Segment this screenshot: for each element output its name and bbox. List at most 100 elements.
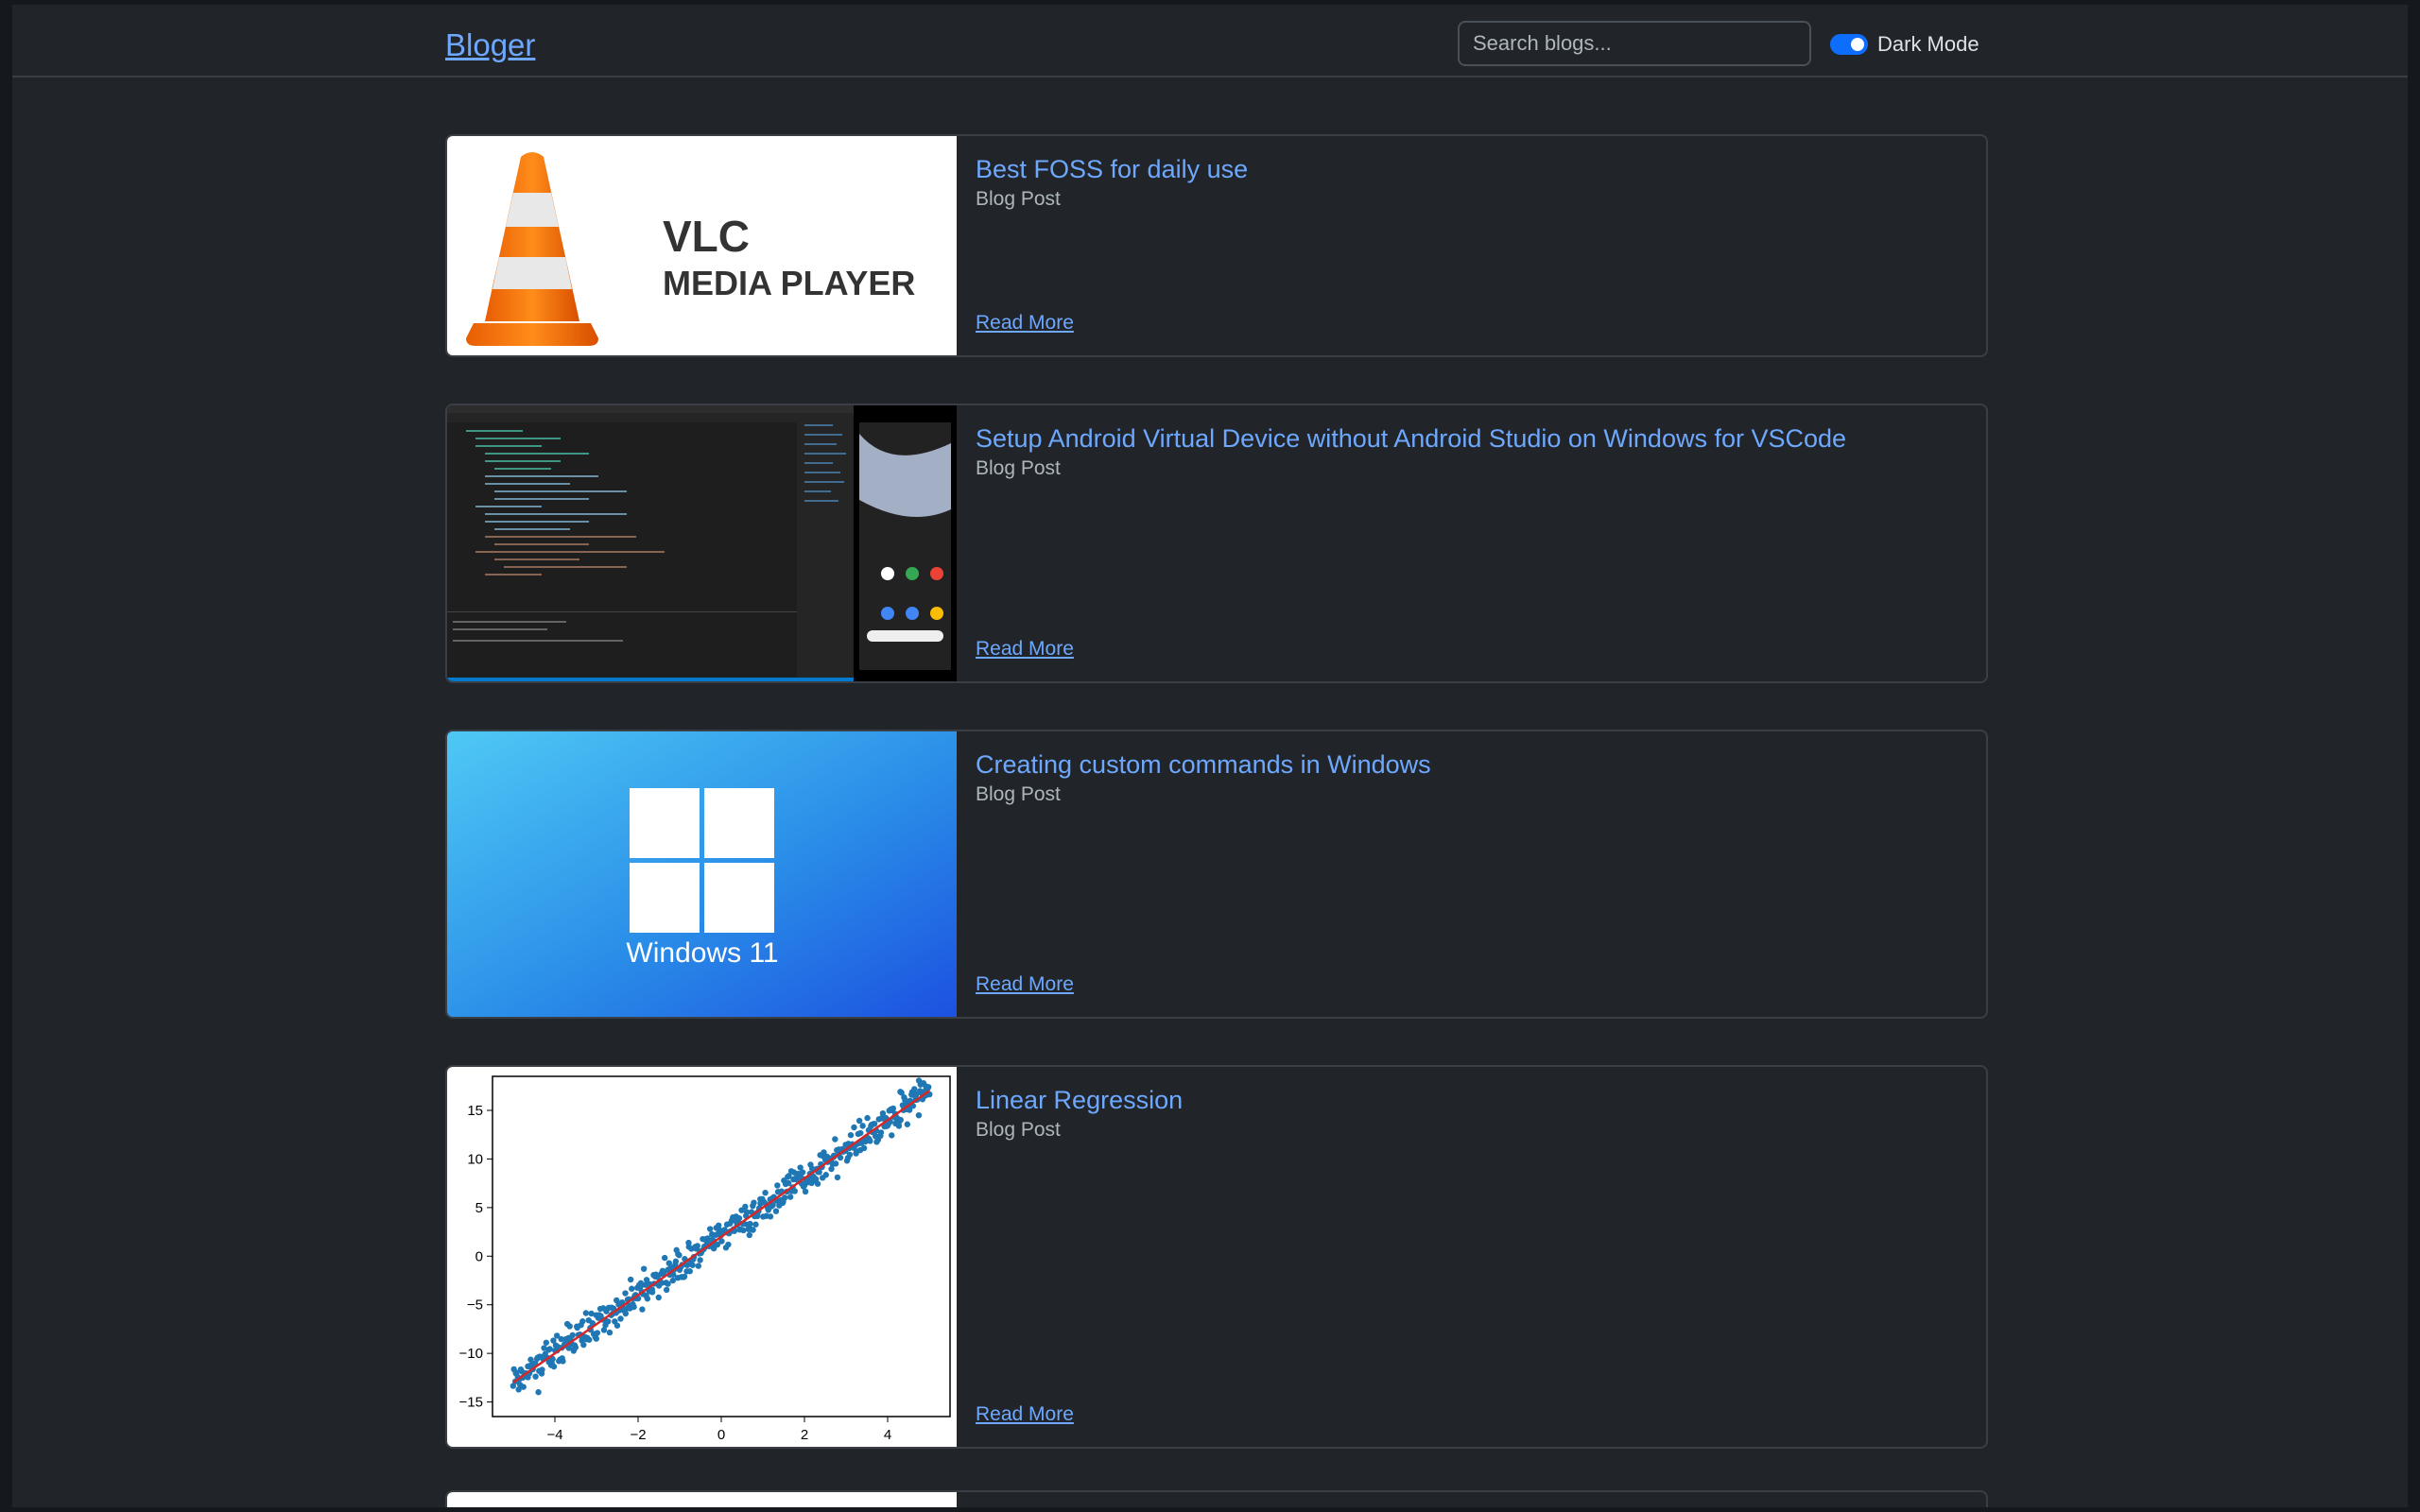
scatter-point bbox=[631, 1303, 637, 1311]
x-tick-label: 0 bbox=[717, 1427, 725, 1443]
card-body: Best FOSS for daily use Blog Post Read M… bbox=[976, 136, 1986, 355]
scatter-point bbox=[832, 1136, 838, 1143]
browser-viewport: Bloger Dark Mode VLC MEDIA PLAYER bbox=[12, 5, 2408, 1507]
search-input[interactable] bbox=[1458, 21, 1811, 66]
scatter-point bbox=[593, 1335, 599, 1342]
scatter-point bbox=[535, 1389, 542, 1396]
blog-card: VLC MEDIA PLAYER Best FOSS for daily use… bbox=[445, 134, 1988, 357]
scatter-point bbox=[606, 1329, 614, 1336]
scatter-point bbox=[834, 1174, 841, 1181]
blog-card: −4 −2 0 2 4 −15 −10 −5 0 5 10 15 Linear Regression … bbox=[445, 1065, 1988, 1449]
scatter-point bbox=[822, 1172, 829, 1178]
scatter-point bbox=[543, 1339, 550, 1346]
scatter-point bbox=[550, 1363, 558, 1370]
post-subtitle: Blog Post bbox=[976, 188, 1061, 210]
scatter-point bbox=[629, 1285, 635, 1292]
read-more-link[interactable]: Read More bbox=[976, 973, 1074, 996]
scatter-point bbox=[915, 1111, 923, 1119]
scatter-point bbox=[859, 1123, 866, 1129]
scatter-point bbox=[786, 1194, 794, 1200]
scatter-point bbox=[851, 1124, 857, 1131]
read-more-link[interactable]: Read More bbox=[976, 312, 1074, 335]
y-tick-label: −10 bbox=[459, 1346, 483, 1362]
read-more-link[interactable]: Read More bbox=[976, 1403, 1074, 1426]
scatter-point bbox=[644, 1296, 651, 1302]
scatter-point bbox=[750, 1227, 756, 1233]
switch-knob bbox=[1851, 38, 1864, 51]
scatter-point bbox=[725, 1241, 732, 1248]
y-tick-label: 15 bbox=[467, 1103, 483, 1119]
windows-logo-icon: Windows 11 bbox=[447, 731, 957, 1017]
brand-link[interactable]: Bloger bbox=[445, 27, 535, 63]
blog-card bbox=[445, 1490, 1988, 1507]
scatter-point bbox=[661, 1254, 668, 1262]
scatter-point bbox=[648, 1289, 656, 1296]
scatter-point bbox=[663, 1286, 670, 1294]
scatter-point bbox=[740, 1227, 747, 1234]
scatter-point bbox=[532, 1373, 539, 1380]
y-tick-label: −15 bbox=[459, 1395, 483, 1411]
scatter-point bbox=[752, 1221, 759, 1228]
scatter-point bbox=[867, 1138, 873, 1144]
scatter-point bbox=[697, 1257, 703, 1263]
y-tick-label: 10 bbox=[467, 1151, 483, 1167]
read-more-link[interactable]: Read More bbox=[976, 638, 1074, 661]
post-title[interactable]: Linear Regression bbox=[976, 1086, 1183, 1115]
y-tick-label: −5 bbox=[467, 1297, 483, 1314]
scatter-point bbox=[864, 1114, 871, 1122]
scatter-point bbox=[857, 1129, 864, 1137]
scatter-point bbox=[539, 1366, 545, 1373]
post-title[interactable]: Setup Android Virtual Device without And… bbox=[976, 424, 1846, 454]
y-tick-label: 5 bbox=[475, 1200, 483, 1216]
scatter-point bbox=[639, 1306, 646, 1313]
vscode-screenshot-icon bbox=[447, 405, 957, 681]
scatter-point bbox=[762, 1189, 769, 1196]
post-subtitle: Blog Post bbox=[976, 783, 1061, 805]
x-tick-label: −2 bbox=[630, 1427, 646, 1443]
blog-card: Windows 11 Creating custom commands in W… bbox=[445, 730, 1988, 1019]
x-tick-label: −4 bbox=[546, 1427, 562, 1443]
vlc-cone-icon: VLC MEDIA PLAYER bbox=[466, 152, 915, 346]
scatter-point bbox=[871, 1120, 878, 1127]
scatter-point bbox=[847, 1131, 855, 1139]
dark-mode-label: Dark Mode bbox=[1877, 32, 1979, 56]
scatter-point bbox=[846, 1151, 854, 1159]
scatter-point bbox=[582, 1310, 590, 1316]
scatter-point bbox=[614, 1322, 621, 1329]
regression-chart: −4 −2 0 2 4 −15 −10 −5 0 5 10 15 bbox=[459, 1075, 951, 1443]
post-title[interactable]: Best FOSS for daily use bbox=[976, 155, 1248, 184]
scatter-point bbox=[695, 1263, 701, 1269]
plot-frame bbox=[492, 1075, 951, 1418]
blog-card: Setup Android Virtual Device without And… bbox=[445, 404, 1988, 683]
scatter-point bbox=[665, 1280, 671, 1287]
dark-mode-switch[interactable] bbox=[1830, 34, 1868, 55]
scatter-point bbox=[617, 1315, 624, 1322]
scatter-point bbox=[672, 1258, 680, 1265]
scatter-point bbox=[802, 1188, 809, 1195]
scatter-point bbox=[572, 1344, 579, 1351]
dark-mode-toggle[interactable]: Dark Mode bbox=[1830, 31, 1979, 58]
scatter-point bbox=[832, 1160, 839, 1167]
scatter-point bbox=[814, 1180, 821, 1187]
post-subtitle: Blog Post bbox=[976, 457, 1061, 479]
scatter-point bbox=[925, 1084, 932, 1091]
scatter-point bbox=[735, 1214, 743, 1222]
scatter-point bbox=[904, 1121, 911, 1127]
scatter-point bbox=[622, 1290, 629, 1297]
x-tick-label: 4 bbox=[884, 1427, 891, 1443]
navbar: Bloger Dark Mode bbox=[12, 5, 2408, 77]
scatter-point bbox=[627, 1276, 634, 1283]
card-body: Setup Android Virtual Device without And… bbox=[976, 405, 1986, 681]
scatter-point bbox=[791, 1188, 798, 1194]
scatter-point bbox=[580, 1341, 587, 1349]
y-tick-label: 0 bbox=[475, 1248, 483, 1264]
scatter-point bbox=[706, 1226, 714, 1232]
scatter-point bbox=[520, 1383, 527, 1390]
scatter-point bbox=[655, 1294, 662, 1301]
scatter-point bbox=[746, 1231, 753, 1239]
scatter-point bbox=[579, 1318, 586, 1325]
scatter-point bbox=[799, 1169, 806, 1176]
scatter-point bbox=[911, 1086, 918, 1092]
scatter-point bbox=[681, 1273, 688, 1280]
post-title[interactable]: Creating custom commands in Windows bbox=[976, 750, 1431, 780]
